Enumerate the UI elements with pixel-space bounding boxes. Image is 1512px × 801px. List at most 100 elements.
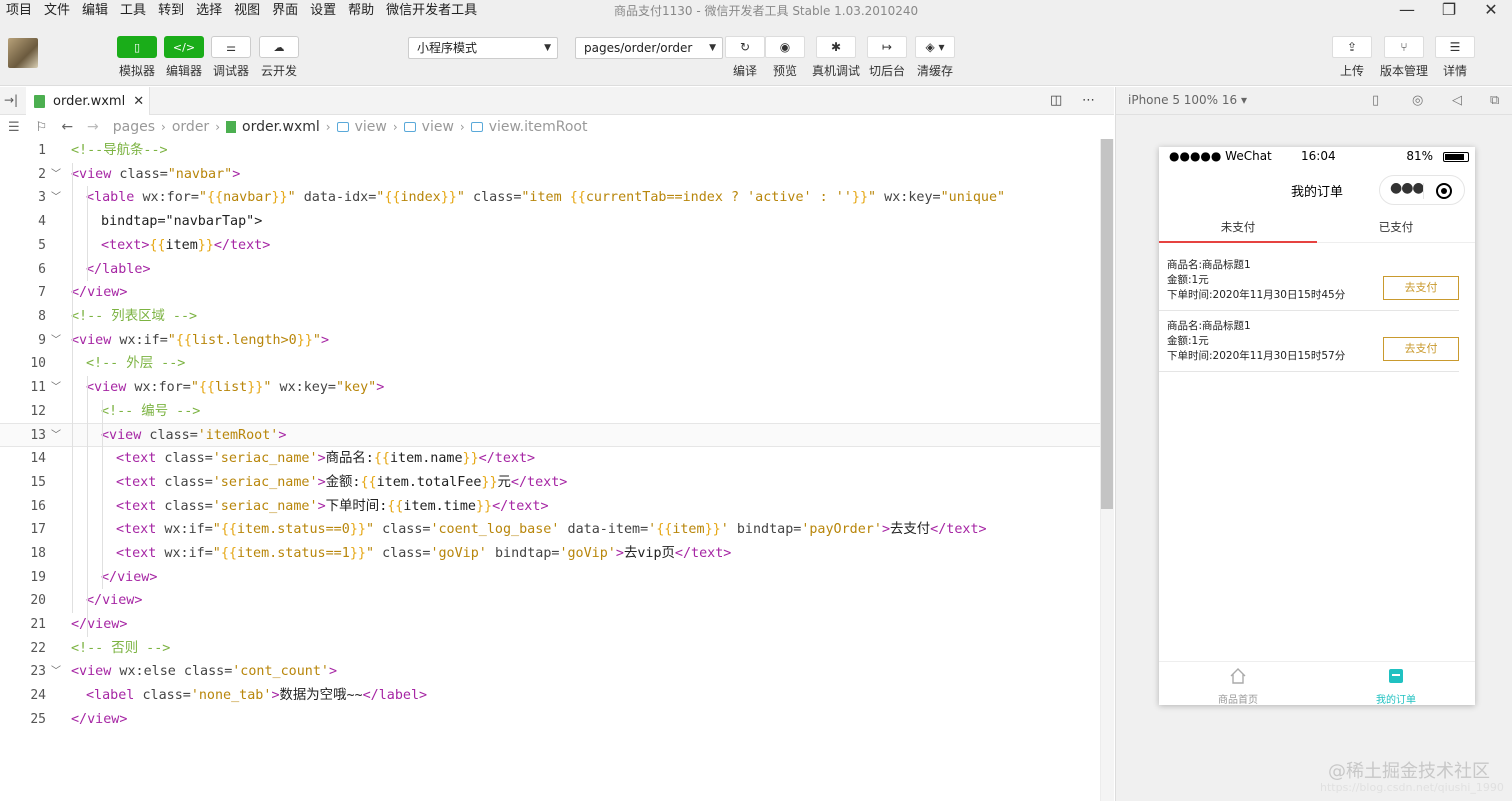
code-line[interactable]: 24 <label class='none_tab'>数据为空哦~~</label… — [0, 684, 1100, 708]
code-line[interactable]: 25 </view> — [0, 708, 1100, 732]
menu-edit[interactable]: 编辑 — [76, 0, 114, 22]
menu-interface[interactable]: 界面 — [266, 0, 304, 22]
breadcrumb-order[interactable]: order — [172, 119, 209, 135]
back-icon[interactable]: ← — [61, 119, 73, 135]
caret-down-icon: ▼ — [544, 43, 551, 53]
popout-icon[interactable]: ⧉ — [1490, 93, 1499, 108]
fold-chevron-icon[interactable]: ﹀ — [51, 163, 61, 187]
code-line[interactable]: 2 ﹀ <view class="navbar"> — [0, 163, 1100, 187]
menu-goto[interactable]: 转到 — [152, 0, 190, 22]
cloud-button[interactable]: ☁ 云开发 — [259, 36, 299, 79]
code-line[interactable]: 17 <text wx:if="{{item.status==0}}" class… — [0, 518, 1100, 542]
editor-scroll-thumb[interactable] — [1101, 139, 1113, 509]
code-line[interactable]: 4 bindtap="navbarTap"> — [0, 210, 1100, 234]
code-line[interactable]: 9 ﹀ <view wx:if="{{list.length>0}}"> — [0, 329, 1100, 353]
sliders-icon: ⚌ — [211, 36, 251, 58]
more-icon[interactable]: ⋯ — [1082, 93, 1095, 108]
volume-icon[interactable]: ◁ — [1452, 93, 1462, 108]
code-line[interactable]: 10 <!-- 外层 --> — [0, 352, 1100, 376]
split-editor-icon[interactable]: ◫ — [1050, 93, 1062, 108]
menu-help[interactable]: 帮助 — [342, 0, 380, 22]
bookmark-icon[interactable]: ⚐ — [36, 120, 48, 135]
code-line[interactable]: 14 <text class='seriac_name'>商品名:{{item.n… — [0, 447, 1100, 471]
tab-paid[interactable]: 已支付 — [1317, 219, 1475, 235]
fold-chevron-icon[interactable]: ﹀ — [51, 186, 61, 210]
code-line[interactable]: 11 ﹀ <view wx:for="{{list}}" wx:key="key"> — [0, 376, 1100, 400]
code-line[interactable]: 19 </view> — [0, 566, 1100, 590]
capsule-menu[interactable]: ●●● — [1379, 175, 1465, 205]
code-line[interactable]: 1 <!--导航条--> — [0, 139, 1100, 163]
code-line[interactable]: 8 <!-- 列表区域 --> — [0, 305, 1100, 329]
menu-view[interactable]: 视图 — [228, 0, 266, 22]
close-icon[interactable]: ✕ — [133, 94, 144, 109]
forward-icon[interactable]: → — [87, 119, 99, 135]
tabbar-home[interactable]: 商品首页 — [1159, 662, 1317, 706]
menu-tools[interactable]: 工具 — [114, 0, 152, 22]
pay-button[interactable]: 去支付 — [1383, 276, 1459, 300]
close-icon[interactable]: ✕ — [1470, 0, 1512, 22]
mode-select-value: 小程序模式 — [417, 41, 478, 55]
tab-order-wxml[interactable]: order.wxml ✕ — [26, 87, 150, 115]
fold-chevron-icon[interactable]: ﹀ — [51, 376, 61, 400]
close-target-icon[interactable] — [1436, 183, 1452, 199]
fold-chevron-icon[interactable]: ﹀ — [51, 660, 61, 684]
upload-button[interactable]: ⇪ 上传 — [1332, 36, 1372, 79]
tab-unpaid[interactable]: 未支付 — [1159, 219, 1317, 235]
clear-cache-button[interactable]: ◈ ▾ 清缓存 — [915, 36, 955, 79]
code-line[interactable]: 23 ﹀ <view wx:else class='cont_count'> — [0, 660, 1100, 684]
breadcrumb-file[interactable]: order.wxml — [242, 119, 320, 135]
breadcrumb-view-1[interactable]: view — [355, 119, 387, 135]
tabbar-orders-label: 我的订单 — [1376, 695, 1416, 706]
restore-icon[interactable]: ❐ — [1428, 0, 1470, 22]
menu-file[interactable]: 文件 — [38, 0, 76, 22]
pay-button[interactable]: 去支付 — [1383, 337, 1459, 361]
code-line[interactable]: 15 <text class='seriac_name'>金额:{{item.to… — [0, 471, 1100, 495]
menu-project[interactable]: 项目 — [0, 0, 38, 22]
tabbar-orders[interactable]: 我的订单 — [1317, 662, 1475, 706]
code-line[interactable]: 16 <text class='seriac_name'>下单时间:{{item.… — [0, 495, 1100, 519]
editor-button[interactable]: </> 编辑器 — [164, 36, 204, 79]
code-line[interactable]: 6 </lable> — [0, 258, 1100, 282]
code-line[interactable]: 21 </view> — [0, 613, 1100, 637]
code-line[interactable]: 13 ﹀ <view class='itemRoot'> — [0, 423, 1100, 448]
menu-devtools[interactable]: 微信开发者工具 — [380, 0, 483, 22]
code-text: </view> — [101, 569, 158, 585]
code-line[interactable]: 22 <!-- 否则 --> — [0, 637, 1100, 661]
details-button[interactable]: ☰ 详情 — [1435, 36, 1475, 79]
menu-settings[interactable]: 设置 — [304, 0, 342, 22]
code-text: <lable wx:for="{{navbar}}" data-idx="{{i… — [86, 190, 1006, 206]
mode-select[interactable]: 小程序模式 ▼ — [408, 37, 558, 59]
simulator-button[interactable]: ▯ 模拟器 — [117, 36, 157, 79]
code-line[interactable]: 18 <text wx:if="{{item.status==1}}" class… — [0, 542, 1100, 566]
background-button[interactable]: ↦ 切后台 — [867, 36, 907, 79]
code-line[interactable]: 12 <!-- 编号 --> — [0, 400, 1100, 424]
list-icon[interactable]: ☰ — [8, 120, 20, 135]
code-text: <label class='none_tab'>数据为空哦~~</label> — [86, 688, 428, 704]
code-line[interactable]: 20 </view> — [0, 589, 1100, 613]
breadcrumb-pages[interactable]: pages — [113, 119, 155, 135]
debugger-button[interactable]: ⚌ 调试器 — [211, 36, 251, 79]
remote-debug-button[interactable]: ✱ 真机调试 — [812, 36, 860, 79]
breadcrumb-view-itemroot[interactable]: view.itemRoot — [489, 119, 588, 135]
collapse-sidebar-icon[interactable]: →| — [4, 93, 18, 107]
order-time: 下单时间:2020年11月30日15时45分 — [1167, 289, 1346, 301]
minimize-icon[interactable]: — — [1386, 0, 1428, 22]
more-dots-icon[interactable]: ●●● — [1390, 180, 1425, 196]
line-number: 22 — [30, 640, 46, 656]
page-select[interactable]: pages/order/order ▼ — [575, 37, 723, 59]
code-editor[interactable]: 1 <!--导航条--> 2 ﹀ <view class="navbar"> 3 ﹀ <lab… — [0, 139, 1100, 801]
device-select[interactable]: iPhone 5 100% 16 ▾ — [1128, 93, 1247, 107]
fold-chevron-icon[interactable]: ﹀ — [51, 329, 61, 353]
avatar[interactable] — [8, 38, 38, 68]
version-button[interactable]: ⑂ 版本管理 — [1380, 36, 1428, 79]
code-line[interactable]: 5 <text>{{item}}</text> — [0, 234, 1100, 258]
menu-select[interactable]: 选择 — [190, 0, 228, 22]
code-line[interactable]: 3 ﹀ <lable wx:for="{{navbar}}" data-idx="{… — [0, 186, 1100, 210]
record-icon[interactable]: ◎ — [1412, 93, 1423, 108]
breadcrumb-view-2[interactable]: view — [422, 119, 454, 135]
fold-chevron-icon[interactable]: ﹀ — [51, 424, 61, 448]
preview-button[interactable]: ◉ 预览 — [765, 36, 805, 79]
code-text: <!-- 列表区域 --> — [71, 308, 198, 324]
code-line[interactable]: 7 </view> — [0, 281, 1100, 305]
phone-icon[interactable]: ▯ — [1372, 93, 1379, 108]
